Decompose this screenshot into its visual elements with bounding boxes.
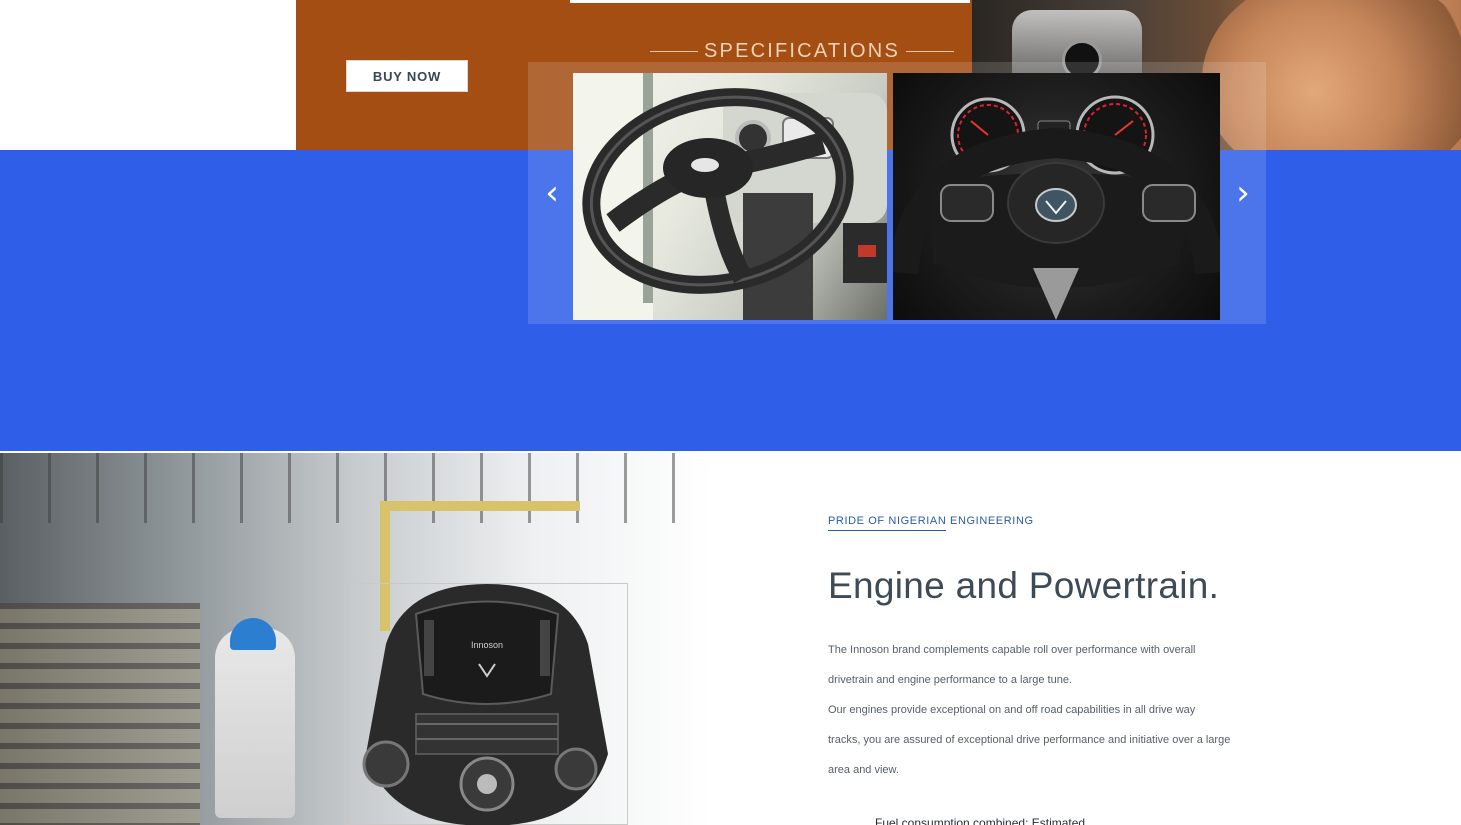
carousel-next-button[interactable]: ›: [1231, 176, 1255, 212]
hero-top-strip: [570, 0, 970, 3]
fuel-consumption-text: Fuel consumption combined: Estimated: [875, 816, 1086, 825]
top-left-blank: [0, 0, 296, 150]
factory-worker-shape: [215, 628, 295, 818]
buy-now-button[interactable]: BUY NOW: [346, 60, 468, 92]
engine-image-frame: Innoson: [345, 583, 628, 825]
specifications-heading: SPECIFICATIONS: [650, 38, 954, 64]
description-line-1: The Innoson brand complements capable ro…: [828, 644, 1196, 656]
steering-wheel-bus-icon: [573, 73, 887, 320]
engineering-eyebrow[interactable]: PRIDE OF NIGERIAN ENGINEERING: [828, 515, 1034, 527]
specifications-title: SPECIFICATIONS: [703, 39, 900, 62]
yellow-crane-beam: [380, 501, 580, 511]
carousel-prev-button[interactable]: ‹: [540, 176, 564, 212]
engine-icon: Innoson: [362, 584, 608, 825]
carousel-slide-2[interactable]: [893, 73, 1220, 320]
steering-wheel-suv-icon: [893, 95, 1220, 320]
description-line-4: tracks, you are assured of exceptional d…: [828, 734, 1231, 746]
worker-helmet-shape: [230, 618, 276, 650]
description-line-2: drivetrain and engine performance to a l…: [828, 674, 1072, 686]
description-line-3: Our engines provide exceptional on and o…: [828, 704, 1196, 716]
description-line-5: area and view.: [828, 764, 899, 776]
engine-powertrain-title: Engine and Powertrain.: [828, 565, 1220, 606]
heading-rule-right: [906, 50, 954, 52]
factory-roof-shape: [0, 453, 712, 523]
assembly-machinery-shape: [0, 603, 200, 825]
eyebrow-underline: [828, 530, 946, 531]
heading-rule-left: [650, 50, 698, 52]
engine-badge-text: Innoson: [471, 640, 503, 650]
carousel-slide-1[interactable]: [573, 73, 887, 320]
